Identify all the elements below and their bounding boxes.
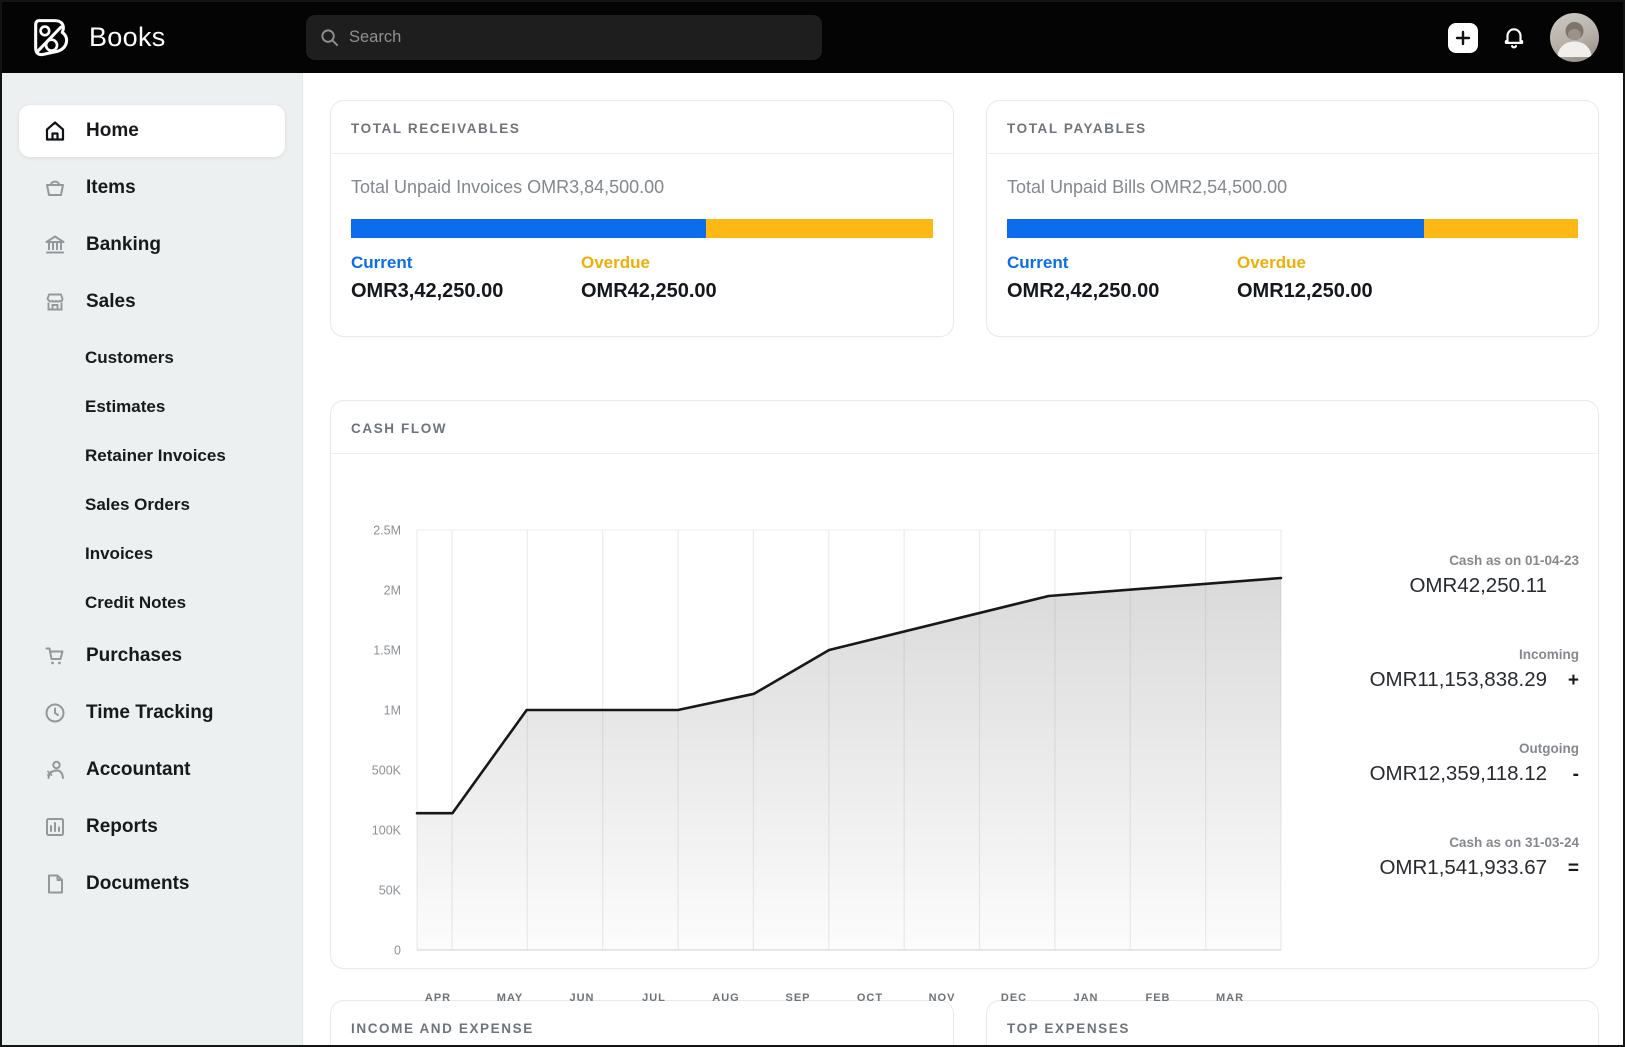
svg-text:2.5M: 2.5M: [373, 524, 401, 538]
sidebar-item-invoices[interactable]: Invoices: [2, 529, 302, 578]
receivables-overdue-label: Overdue: [581, 253, 650, 272]
sidebar-item-label: Banking: [86, 234, 161, 255]
payables-current-segment: [1007, 219, 1424, 238]
card-total-payables: TOTAL PAYABLES Total Unpaid Bills OMR2,5…: [986, 100, 1599, 337]
cash-flow-header: CASH FLOW: [331, 401, 1598, 454]
sidebar-item-sales[interactable]: Sales: [19, 276, 285, 328]
main-content: TOTAL RECEIVABLES Total Unpaid Invoices …: [303, 73, 1623, 1045]
minus-symbol: -: [1572, 764, 1579, 785]
svg-text:OCT: OCT: [857, 992, 883, 1004]
receivables-progress-bar: [351, 219, 933, 238]
create-button[interactable]: [1448, 22, 1478, 53]
sidebar-item-accountant[interactable]: Accountant: [19, 744, 285, 796]
sidebar-item-label: Items: [86, 177, 136, 198]
payables-progress-bar: [1007, 219, 1578, 238]
document-icon: [43, 872, 67, 896]
svg-text:SEP: SEP: [785, 992, 810, 1004]
sidebar-item-label: Purchases: [86, 645, 183, 666]
plus-icon: [1455, 30, 1471, 46]
equals-symbol: =: [1567, 858, 1579, 879]
person-icon: [43, 758, 67, 782]
sidebar-item-label: Reports: [86, 816, 158, 837]
receivables-current-label: Current: [351, 253, 413, 272]
search-bar[interactable]: [306, 15, 822, 60]
store-icon: [43, 290, 67, 314]
clock-icon: [43, 701, 67, 725]
sidebar-item-credit-notes[interactable]: Credit Notes: [2, 578, 302, 627]
sidebar-item-banking[interactable]: Banking: [19, 219, 285, 271]
sidebar-item-items[interactable]: Items: [19, 162, 285, 214]
payables-overdue-label: Overdue: [1237, 253, 1306, 272]
svg-text:MAY: MAY: [497, 992, 523, 1004]
svg-text:2M: 2M: [384, 584, 401, 598]
svg-text:50K: 50K: [379, 884, 402, 898]
bell-icon: [1501, 25, 1527, 51]
receivables-overdue-amount: OMR42,250.00: [581, 280, 717, 302]
sidebar-item-customers[interactable]: Customers: [2, 333, 302, 382]
sidebar-item-estimates[interactable]: Estimates: [2, 382, 302, 431]
bank-icon: [43, 233, 67, 257]
cart-icon: [43, 644, 67, 668]
svg-text:1.5M: 1.5M: [373, 644, 401, 658]
sidebar-item-label: Accountant: [86, 759, 191, 780]
svg-text:AUG: AUG: [712, 992, 739, 1004]
topbar: Books: [2, 2, 1623, 73]
sidebar-item-home[interactable]: Home: [19, 105, 285, 157]
stat-incoming: Incoming OMR11,153,838.29 +: [1369, 647, 1579, 691]
home-icon: [43, 119, 67, 143]
books-logo-icon: [28, 15, 73, 60]
page: Books Search Home Items Banking Sales Cu…: [0, 0, 1625, 1047]
svg-text:1M: 1M: [384, 704, 401, 718]
svg-text:FEB: FEB: [1146, 992, 1171, 1004]
basket-icon: [43, 176, 67, 200]
topbar-actions: [1448, 13, 1623, 62]
sidebar-item-sales-orders[interactable]: Sales Orders: [2, 480, 302, 529]
payables-header: TOTAL PAYABLES: [987, 101, 1598, 154]
svg-text:MAR: MAR: [1216, 992, 1244, 1004]
svg-text:APR: APR: [425, 992, 451, 1004]
sidebar-item-label: Time Tracking: [86, 702, 214, 723]
payables-overdue-amount: OMR12,250.00: [1237, 280, 1373, 302]
payables-summary: Total Unpaid Bills OMR2,54,500.00: [1007, 177, 1288, 197]
svg-text:100K: 100K: [372, 824, 402, 838]
card-cash-flow: CASH FLOW 2.5M 2M 1.5M 1M 500K 100K 50K 0 APR MAY…: [330, 400, 1599, 1004]
sidebar-item-label: Documents: [86, 873, 190, 894]
card-total-receivables: TOTAL RECEIVABLES Total Unpaid Invoices …: [330, 100, 954, 337]
svg-text:NOV: NOV: [929, 992, 956, 1004]
stat-cash-end: Cash as on 31-03-24 OMR1,541,933.67 =: [1379, 835, 1579, 879]
sidebar: Home Items Banking Sales Customers Estim…: [2, 73, 303, 1045]
svg-text:DEC: DEC: [1001, 992, 1027, 1004]
sidebar-item-time-tracking[interactable]: Time Tracking: [19, 687, 285, 739]
stat-outgoing: Outgoing OMR12,359,118.12-: [1369, 741, 1579, 785]
stat-cash-start: Cash as on 01-04-23 OMR42,250.11: [1409, 553, 1579, 597]
cash-flow-chart: 2.5M 2M 1.5M 1M 500K 100K 50K 0 APR MAY JUN JUL AUG S…: [372, 524, 1283, 1004]
sales-submenu: Customers Estimates Retainer Invoices Sa…: [2, 333, 302, 627]
bar-chart-icon: [43, 815, 67, 839]
sidebar-item-documents[interactable]: Documents: [19, 858, 285, 910]
notifications-button[interactable]: [1501, 25, 1527, 51]
receivables-header: TOTAL RECEIVABLES: [331, 101, 953, 154]
app-title: Books: [89, 22, 166, 52]
payables-current-label: Current: [1007, 253, 1069, 272]
svg-text:500K: 500K: [372, 764, 402, 778]
search-icon: [320, 28, 339, 47]
svg-text:JAN: JAN: [1073, 992, 1098, 1004]
sidebar-item-retainer-invoices[interactable]: Retainer Invoices: [2, 431, 302, 480]
svg-text:JUL: JUL: [642, 992, 666, 1004]
svg-text:JUN: JUN: [569, 992, 594, 1004]
brand: Books: [2, 15, 303, 60]
sidebar-item-reports[interactable]: Reports: [19, 801, 285, 853]
sidebar-item-label: Sales: [86, 291, 136, 312]
receivables-current-segment: [351, 219, 707, 238]
user-avatar[interactable]: [1550, 13, 1599, 62]
sidebar-item-purchases[interactable]: Purchases: [19, 630, 285, 682]
plus-symbol: +: [1567, 670, 1579, 691]
receivables-summary: Total Unpaid Invoices OMR3,84,500.00: [351, 177, 665, 197]
sidebar-item-label: Home: [86, 120, 139, 141]
svg-text:0: 0: [394, 944, 401, 958]
cash-flow-stats: Cash as on 01-04-23 OMR42,250.11 Incomin…: [1370, 553, 1579, 929]
receivables-current-amount: OMR3,42,250.00: [351, 280, 504, 302]
payables-current-amount: OMR2,42,250.00: [1007, 280, 1160, 302]
search-input[interactable]: [349, 28, 808, 47]
